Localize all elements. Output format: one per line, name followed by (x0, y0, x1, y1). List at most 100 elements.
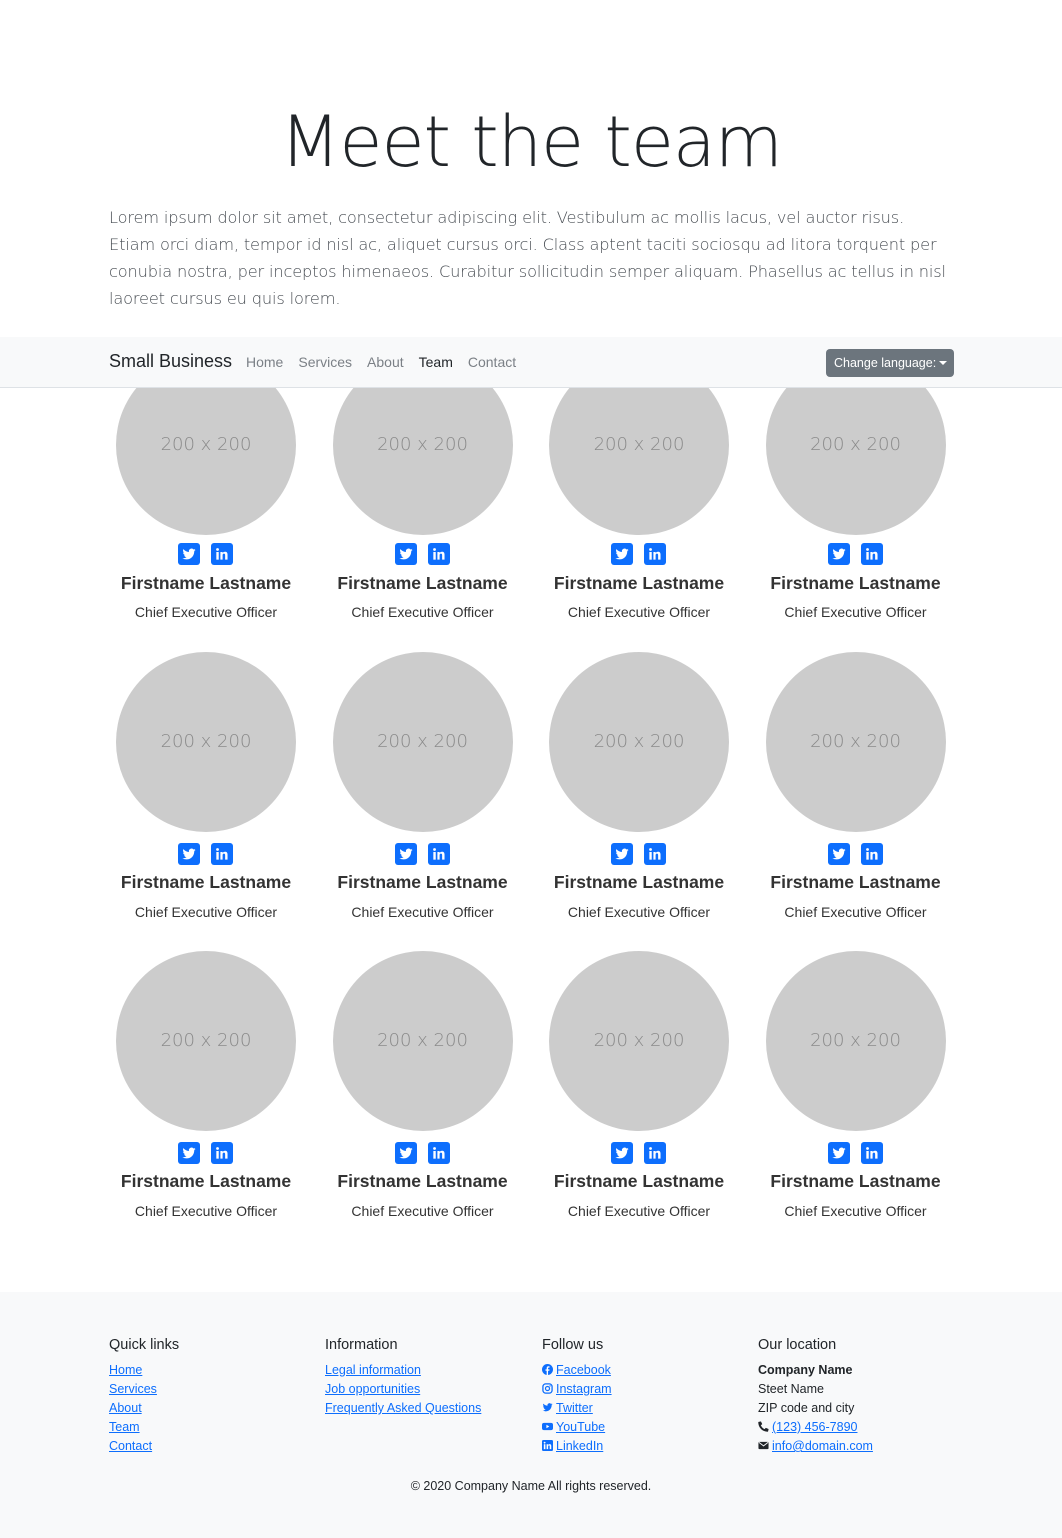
member-socials (611, 543, 669, 565)
linkedin-icon[interactable] (211, 1142, 233, 1164)
footer-location: Our location Company Name Steet Name ZIP… (758, 1337, 873, 1456)
member-photo-placeholder: 200 x 200 (332, 652, 513, 832)
footer-heading: Quick links (109, 1337, 180, 1353)
member-name: Firstname Lastname (770, 1171, 941, 1191)
twitter-icon[interactable] (827, 1142, 850, 1164)
twitter-icon[interactable] (394, 843, 417, 865)
member-photo-placeholder: 200 x 200 (765, 951, 946, 1131)
youtube-label: YouTube (556, 1420, 606, 1434)
footer-heading: Our location (758, 1337, 837, 1353)
twitter-icon[interactable] (178, 843, 200, 865)
member-name: Firstname Lastname (120, 1171, 292, 1191)
member-socials (611, 843, 669, 865)
footer-follow-us: Follow us Facebook Instagram Twitter You… (542, 1337, 612, 1456)
linkedin-icon[interactable] (211, 543, 233, 565)
linkedin-label: LinkedIn (556, 1439, 604, 1453)
phone-link[interactable]: (123) 456-7890 (772, 1420, 857, 1434)
linkedin-icon[interactable] (211, 843, 233, 865)
member-photo-placeholder: 200 x 200 (332, 951, 513, 1131)
footer-heading: Follow us (542, 1337, 604, 1353)
footer-quick-links: Quick links Home Services About Team Con… (109, 1337, 179, 1456)
copyright-text: © 2020 Company Name All rights reserved. (410, 1479, 652, 1493)
footer-link-about[interactable]: About (109, 1401, 142, 1415)
footer-link-instagram[interactable]: Instagram (542, 1382, 612, 1396)
linkedin-icon[interactable] (644, 1142, 666, 1164)
street-name: Steet Name (758, 1382, 825, 1396)
linkedin-icon[interactable] (860, 1142, 883, 1164)
member-title: Chief Executive Officer (567, 904, 711, 920)
change-language-button[interactable]: Change language: (826, 349, 954, 377)
footer-information: Information Legal information Job opport… (325, 1337, 481, 1418)
linkedin-icon[interactable] (427, 843, 450, 865)
member-title: Chief Executive Officer (567, 1203, 711, 1219)
twitter-icon[interactable] (394, 1142, 417, 1164)
member-name: Firstname Lastname (337, 1171, 508, 1191)
member-photo-placeholder: 200 x 200 (116, 951, 296, 1131)
footer-link-linkedin[interactable]: LinkedIn (542, 1439, 603, 1453)
member-photo-placeholder: 200 x 200 (116, 652, 296, 832)
zip-city: ZIP code and city (758, 1401, 855, 1415)
member-name: Firstname Lastname (337, 573, 508, 593)
change-language-label: Change language: (834, 356, 937, 370)
twitter-icon[interactable] (827, 843, 850, 865)
footer-link-faq[interactable]: Frequently Asked Questions (325, 1401, 481, 1415)
linkedin-icon[interactable] (644, 543, 666, 565)
member-socials (178, 1142, 236, 1164)
email-link[interactable]: info@domain.com (772, 1439, 873, 1453)
linkedin-icon[interactable] (644, 843, 666, 865)
member-socials (611, 1142, 669, 1164)
footer: Quick links Home Services About Team Con… (0, 1292, 1062, 1538)
member-socials (827, 543, 886, 565)
linkedin-icon[interactable] (860, 843, 883, 865)
instagram-label: Instagram (556, 1382, 612, 1396)
twitter-label: Twitter (556, 1401, 593, 1415)
facebook-icon (542, 1364, 553, 1375)
nav-services[interactable]: Services (298, 354, 352, 370)
footer-link-jobs[interactable]: Job opportunities (325, 1382, 420, 1396)
linkedin-icon[interactable] (427, 543, 450, 565)
member-title: Chief Executive Officer (351, 904, 494, 920)
member-name: Firstname Lastname (553, 1171, 725, 1191)
member-name: Firstname Lastname (553, 872, 725, 892)
member-socials (827, 843, 886, 865)
member-title: Chief Executive Officer (567, 604, 711, 620)
member-socials (827, 1142, 886, 1164)
member-title: Chief Executive Officer (784, 1203, 927, 1219)
company-name: Company Name (758, 1363, 853, 1377)
twitter-icon[interactable] (394, 543, 417, 565)
footer-link-services[interactable]: Services (109, 1382, 157, 1396)
member-socials (394, 543, 453, 565)
twitter-icon[interactable] (827, 543, 850, 565)
nav-contact[interactable]: Contact (468, 354, 516, 370)
member-title: Chief Executive Officer (134, 904, 278, 920)
brand-link[interactable]: Small Business (109, 351, 232, 372)
footer-link-twitter[interactable]: Twitter (542, 1401, 593, 1415)
twitter-icon[interactable] (178, 1142, 200, 1164)
member-title: Chief Executive Officer (134, 1203, 278, 1219)
footer-link-youtube[interactable]: YouTube (542, 1420, 605, 1434)
nav-about[interactable]: About (367, 354, 404, 370)
twitter-icon[interactable] (611, 843, 633, 865)
twitter-icon[interactable] (611, 1142, 633, 1164)
footer-link-contact[interactable]: Contact (109, 1439, 152, 1453)
youtube-icon (542, 1422, 553, 1431)
navbar: Small Business Home Services About Team … (0, 337, 1062, 388)
member-socials (178, 843, 236, 865)
linkedin-icon[interactable] (860, 543, 883, 565)
footer-link-home[interactable]: Home (109, 1363, 142, 1377)
footer-link-legal[interactable]: Legal information (325, 1363, 421, 1377)
footer-link-team[interactable]: Team (109, 1420, 140, 1434)
member-name: Firstname Lastname (553, 573, 725, 593)
linkedin-icon[interactable] (427, 1142, 450, 1164)
twitter-icon[interactable] (178, 543, 200, 565)
nav-team[interactable]: Team (419, 354, 453, 370)
member-name: Firstname Lastname (770, 573, 941, 593)
member-title: Chief Executive Officer (351, 604, 494, 620)
member-name: Firstname Lastname (337, 872, 508, 892)
twitter-icon (542, 1403, 553, 1412)
member-title: Chief Executive Officer (784, 604, 927, 620)
footer-link-facebook[interactable]: Facebook (542, 1363, 611, 1377)
twitter-icon[interactable] (611, 543, 633, 565)
member-title: Chief Executive Officer (784, 904, 927, 920)
nav-home[interactable]: Home (246, 354, 283, 370)
